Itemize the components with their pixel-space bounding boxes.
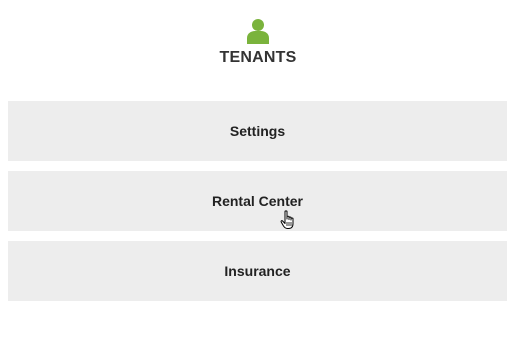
settings-button-label: Settings — [229, 123, 286, 139]
insurance-button-label: Insurance — [224, 263, 291, 279]
settings-button[interactable]: Settings — [8, 101, 507, 161]
hand-pointer-icon — [280, 210, 294, 229]
rental-center-button[interactable]: Rental Center — [8, 171, 507, 231]
user-icon — [247, 19, 269, 44]
rental-center-button-label: Rental Center — [211, 193, 304, 209]
header: TENANTS — [0, 0, 524, 80]
page-title: TENANTS — [219, 49, 297, 66]
insurance-button[interactable]: Insurance — [8, 241, 507, 301]
